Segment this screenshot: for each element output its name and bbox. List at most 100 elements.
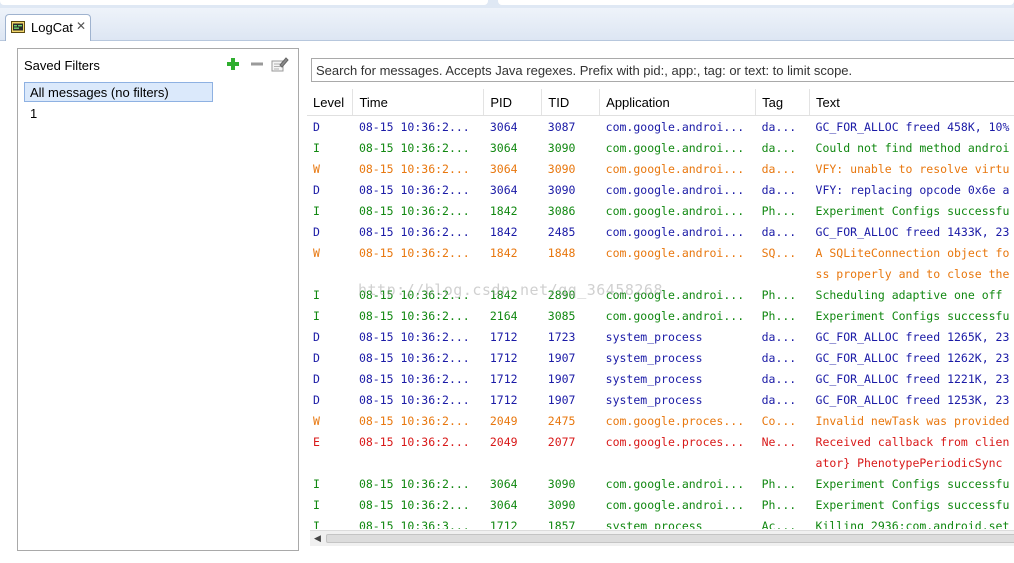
column-header-application[interactable]: Application (599, 89, 757, 116)
cell-tag (756, 263, 810, 284)
cell-tid: 3090 (547, 476, 576, 491)
cell-tag: da... (761, 392, 797, 407)
cell-tid: 1907 (547, 350, 576, 365)
table-row[interactable]: ss properly and to close the (307, 263, 1014, 284)
cell-time: 08-15 10:36:2... (358, 161, 470, 176)
table-row[interactable]: D 08-15 10:36:2... 1712 1907 system_process d… (307, 347, 1014, 368)
cell-tid: 3090 (547, 140, 576, 155)
cell-time: 08-15 10:36:2... (358, 371, 470, 386)
table-row[interactable]: I 08-15 10:36:2... 3064 3090 com.google.andr… (307, 473, 1014, 494)
table-row[interactable]: I 08-15 10:36:2... 3064 3090 com.google.andr… (307, 494, 1014, 515)
table-row[interactable]: W 08-15 10:36:2... 2049 2475 com.google.proc… (307, 410, 1014, 431)
cell-pid: 1712 (489, 392, 518, 407)
cell-tag: Ph... (761, 497, 797, 512)
cell-tid: 1723 (547, 329, 576, 344)
cell-application (600, 263, 756, 284)
column-header-level[interactable]: Level (307, 89, 354, 116)
column-header-time[interactable]: Time (352, 89, 485, 116)
cell-application: com.google.androi... (605, 287, 745, 302)
cell-application: com.google.androi... (605, 140, 745, 155)
cell-tid: 3090 (547, 182, 576, 197)
table-row[interactable]: I 08-15 10:36:2... 1842 3086 com.google.andr… (307, 200, 1014, 221)
cell-pid: 3064 (489, 476, 518, 491)
cell-application: com.google.androi... (605, 182, 745, 197)
cell-pid: 2049 (489, 413, 518, 428)
cell-text: Could not find method androi (815, 140, 1010, 155)
cell-pid: 1712 (489, 350, 518, 365)
cell-application: com.google.androi... (605, 308, 745, 323)
cell-tid: 1907 (547, 371, 576, 386)
cell-tag: Co... (761, 413, 797, 428)
scrollbar-thumb[interactable] (326, 534, 1014, 543)
cell-text: Experiment Configs successfu (815, 203, 1010, 218)
cell-pid: 1712 (489, 371, 518, 386)
table-row[interactable]: W 08-15 10:36:2... 1842 1848 com.google.andr… (307, 242, 1014, 263)
cell-tag: Ne... (761, 434, 797, 449)
cell-level: D (313, 350, 320, 365)
table-row[interactable]: D 08-15 10:36:2... 1712 1723 system_process d… (307, 326, 1014, 347)
column-header-text[interactable]: Text (809, 89, 1014, 116)
cell-level: D (313, 224, 320, 239)
table-row[interactable]: W 08-15 10:36:2... 3064 3090 com.google.andr… (307, 158, 1014, 179)
filter-item-1[interactable]: 1 (30, 106, 37, 121)
cell-application: com.google.androi... (605, 161, 745, 176)
filter-all-messages[interactable]: All messages (no filters) (24, 82, 213, 102)
cell-pid: 3064 (489, 140, 518, 155)
table-row[interactable]: D 08-15 10:36:2... 1712 1907 system_process d… (307, 368, 1014, 389)
table-row[interactable]: ator} PhenotypePeriodicSync (307, 452, 1014, 473)
tab-logcat[interactable]: LogCat ✕ (5, 14, 91, 41)
cell-time: 08-15 10:36:2... (358, 182, 470, 197)
cell-level: I (313, 203, 320, 218)
cell-text: Scheduling adaptive one off (815, 287, 1003, 302)
cell-application: system_process (605, 392, 703, 407)
table-row[interactable]: D 08-15 10:36:2... 3064 3090 com.google.andr… (307, 179, 1014, 200)
table-row[interactable]: D 08-15 10:36:2... 3064 3087 com.google.andr… (307, 116, 1014, 138)
search-input[interactable] (311, 58, 1014, 82)
cell-level: D (313, 119, 320, 134)
cell-text: ss properly and to close the (815, 266, 1010, 281)
cell-text: GC_FOR_ALLOC freed 1253K, 23 (815, 392, 1010, 407)
cell-pid: 2049 (489, 434, 518, 449)
cell-application: system_process (605, 350, 703, 365)
cell-application: com.google.proces... (605, 434, 745, 449)
column-header-pid[interactable]: PID (483, 89, 543, 116)
table-row[interactable]: D 08-15 10:36:2... 1712 1907 system_process d… (307, 389, 1014, 410)
cell-pid: 2164 (489, 308, 518, 323)
plus-icon[interactable] (226, 57, 240, 71)
saved-filters-panel: Saved Filters All messages (no filters) … (17, 48, 299, 551)
cell-tag: da... (761, 119, 797, 134)
cell-pid (484, 452, 542, 473)
cell-text: GC_FOR_ALLOC freed 1262K, 23 (815, 350, 1010, 365)
minus-icon[interactable] (250, 57, 264, 71)
cell-text: ator} PhenotypePeriodicSync (815, 455, 1003, 470)
table-row[interactable]: I 08-15 10:36:2... 1842 2890 com.google.andr… (307, 284, 1014, 305)
column-header-tag[interactable]: Tag (755, 89, 811, 116)
close-icon[interactable]: ✕ (76, 19, 86, 33)
cell-text: Killing 2936:com.android.set (815, 518, 1010, 530)
log-table: Level Time PID TID Application Tag Text … (307, 89, 1014, 529)
table-row[interactable]: I 08-15 10:36:2... 3064 3090 com.google.andr… (307, 137, 1014, 158)
cell-time: 08-15 10:36:2... (358, 392, 470, 407)
table-row[interactable]: I 08-15 10:36:3... 1712 1857 system_process A… (307, 515, 1014, 530)
cell-level: I (313, 287, 320, 302)
cell-level: I (313, 308, 320, 323)
column-header-tid[interactable]: TID (541, 89, 601, 116)
edit-icon[interactable] (271, 56, 289, 72)
logcat-view: Saved Filters All messages (no filters) … (0, 41, 1014, 563)
cell-pid: 3064 (489, 161, 518, 176)
table-row[interactable]: E 08-15 10:36:2... 2049 2077 com.google.proc… (307, 431, 1014, 452)
cell-text: GC_FOR_ALLOC freed 458K, 10% (815, 119, 1010, 134)
table-row[interactable]: D 08-15 10:36:2... 1842 2485 com.google.andr… (307, 221, 1014, 242)
cell-tag: SQ... (761, 245, 797, 260)
cell-tag: da... (761, 329, 797, 344)
cell-tag: da... (761, 350, 797, 365)
cell-time: 08-15 10:36:2... (358, 413, 470, 428)
table-row[interactable]: I 08-15 10:36:2... 2164 3085 com.google.andr… (307, 305, 1014, 326)
cell-time: 08-15 10:36:3... (358, 518, 470, 530)
cell-time (353, 263, 484, 284)
top-window-strip (0, 0, 1014, 8)
horizontal-scrollbar[interactable]: ◀ (310, 530, 1014, 546)
scroll-left-arrow-icon[interactable]: ◀ (310, 531, 325, 546)
cell-tid (542, 452, 600, 473)
cell-tag (756, 452, 810, 473)
